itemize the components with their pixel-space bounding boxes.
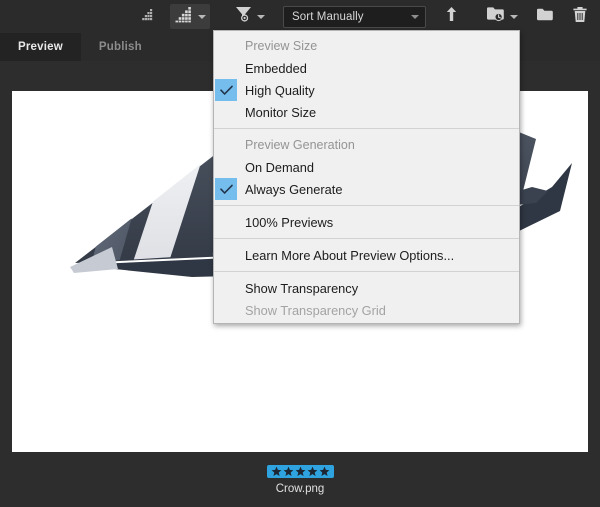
item-metadata: Crow.png: [0, 465, 600, 495]
menu-item-high-quality[interactable]: High Quality: [214, 79, 519, 101]
menu-separator: [214, 205, 519, 206]
thumbnail-size-large-button[interactable]: [170, 4, 210, 29]
menu-item-label: 100% Previews: [245, 214, 334, 230]
recent-folder-icon: [486, 6, 506, 27]
menu-separator: [214, 238, 519, 239]
delete-button[interactable]: [568, 4, 592, 29]
menu-item-label: Learn More About Preview Options...: [245, 247, 455, 263]
menu-header-preview-size: Preview Size: [245, 39, 318, 53]
thumbnail-size-small-button[interactable]: [137, 4, 160, 29]
sort-order-select[interactable]: Sort Manually: [283, 5, 426, 28]
file-name-label: Crow.png: [275, 483, 325, 495]
sort-order-value: Sort Manually: [292, 10, 364, 23]
menu-item-label: Always Generate: [245, 181, 343, 197]
menu-item-show-transparency[interactable]: Show Transparency: [214, 277, 519, 299]
menu-header-preview-generation: Preview Generation: [245, 138, 355, 152]
star-icon[interactable]: [271, 466, 282, 477]
thumbnail-size-small-icon: [141, 7, 156, 27]
chevron-down-icon: [198, 14, 206, 19]
trash-icon: [572, 6, 588, 28]
menu-item-label: High Quality: [245, 82, 315, 98]
menu-item-label: Embedded: [245, 60, 307, 76]
filter-funnel-icon: [234, 5, 253, 28]
menu-separator: [214, 271, 519, 272]
menu-item-always-generate[interactable]: Always Generate: [214, 178, 519, 200]
menu-item-label: Monitor Size: [245, 104, 317, 120]
thumbnail-size-large-icon: [174, 6, 194, 28]
tab-preview-label: Preview: [18, 41, 63, 53]
menu-item-on-demand[interactable]: On Demand: [214, 156, 519, 178]
star-icon[interactable]: [319, 466, 330, 477]
chevron-down-icon: [411, 14, 419, 19]
menu-item-label: Show Transparency: [245, 280, 359, 296]
menu-item-show-transparency-grid: Show Transparency Grid: [214, 299, 519, 321]
new-folder-icon: [536, 7, 554, 27]
star-rating[interactable]: [266, 465, 334, 478]
star-icon[interactable]: [295, 466, 306, 477]
sort-ascending-arrow-icon: [445, 6, 458, 27]
sort-direction-button[interactable]: [440, 6, 462, 28]
preview-options-menu: Preview Size Embedded High Quality Monit…: [213, 30, 520, 324]
tab-publish[interactable]: Publish: [81, 33, 160, 61]
filter-button[interactable]: [230, 4, 269, 29]
menu-item-monitor-size[interactable]: Monitor Size: [214, 101, 519, 123]
checkmark-icon: [215, 178, 237, 200]
preview-panel: Sort Manually Preview Publish Crow.png P…: [0, 0, 600, 507]
star-icon[interactable]: [307, 466, 318, 477]
tab-publish-label: Publish: [98, 41, 142, 53]
tab-preview[interactable]: Preview: [0, 33, 81, 61]
menu-item-embedded[interactable]: Embedded: [214, 57, 519, 79]
menu-item-label: Show Transparency Grid: [245, 302, 386, 318]
star-icon[interactable]: [283, 466, 294, 477]
chevron-down-icon: [257, 14, 265, 19]
menu-item-100-percent-previews[interactable]: 100% Previews: [214, 211, 519, 233]
chevron-down-icon: [510, 14, 518, 19]
toolbar: Sort Manually: [0, 0, 600, 33]
recent-folder-button[interactable]: [482, 4, 522, 29]
menu-item-learn-more[interactable]: Learn More About Preview Options...: [214, 244, 519, 266]
new-folder-button[interactable]: [532, 4, 558, 29]
menu-item-label: On Demand: [245, 159, 314, 175]
menu-separator: [214, 128, 519, 129]
checkmark-icon: [215, 79, 237, 101]
